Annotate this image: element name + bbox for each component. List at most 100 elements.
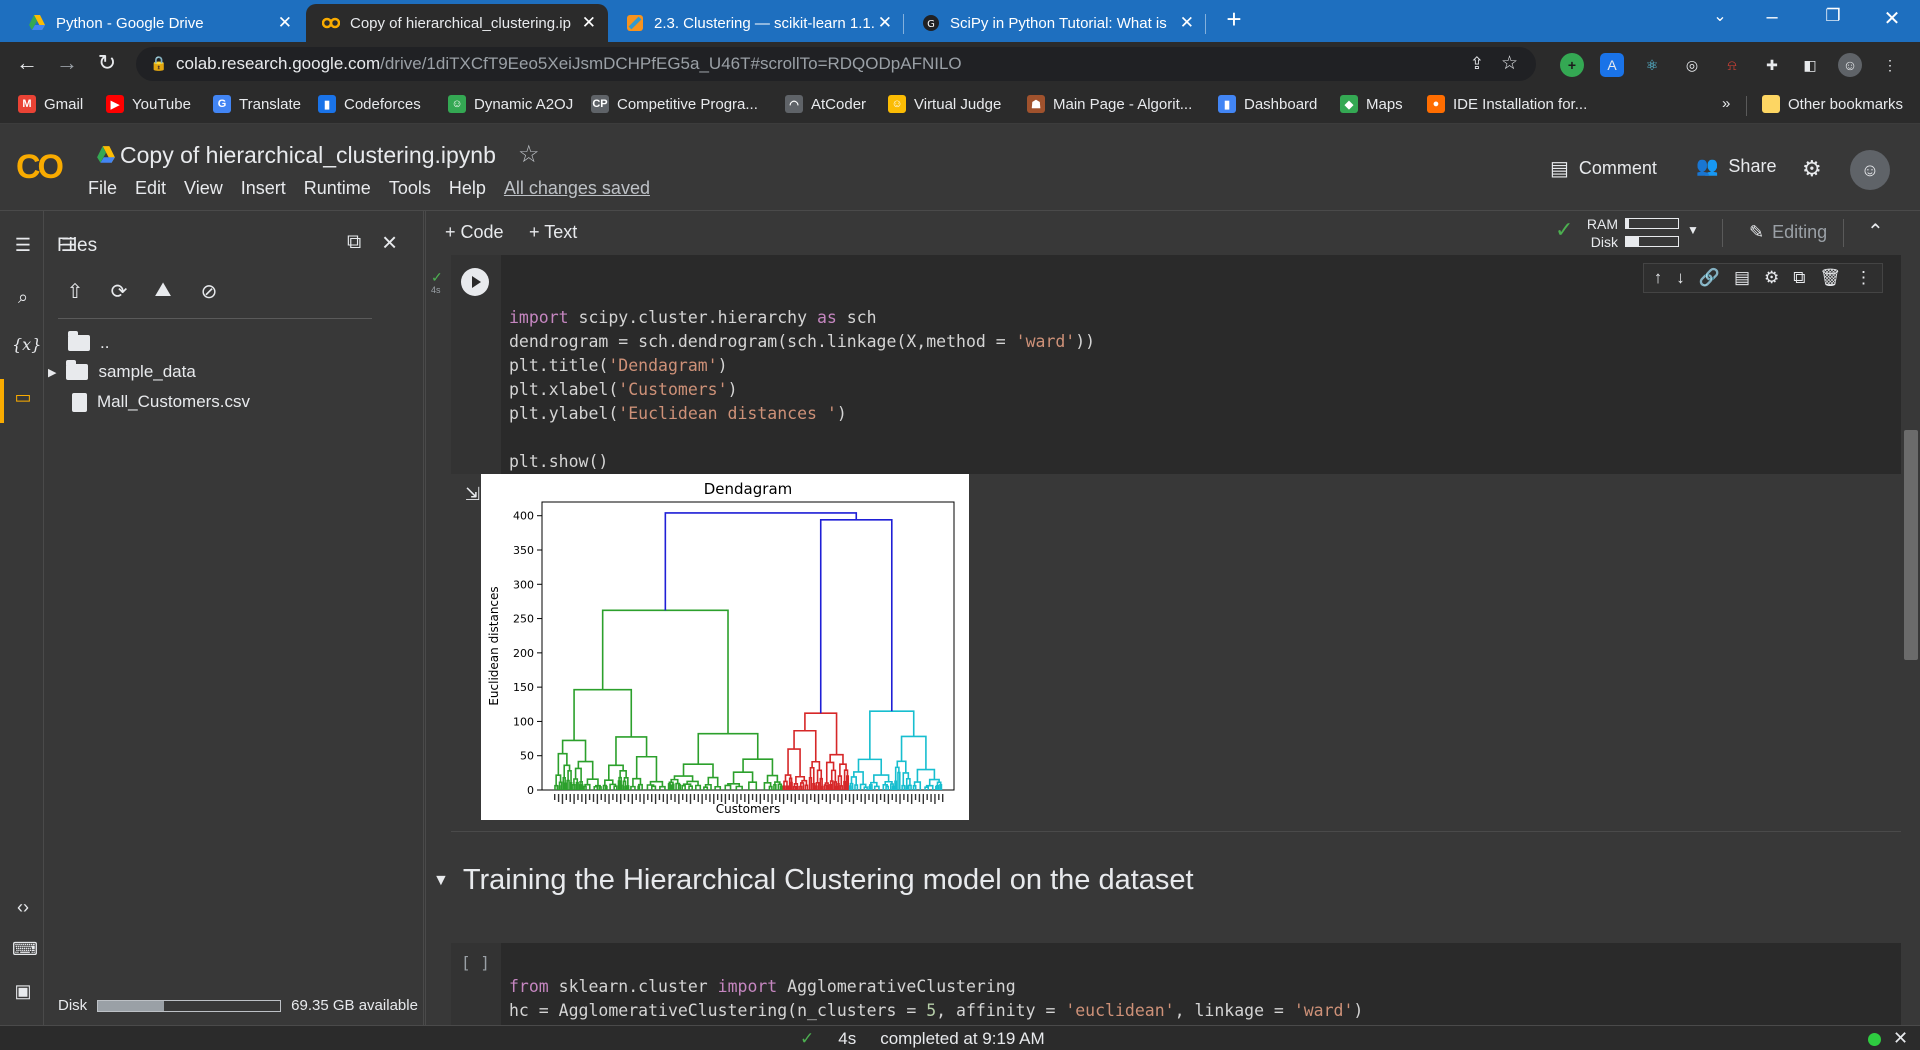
parent-directory[interactable]: .. [68, 331, 109, 353]
bookmark-atcoder[interactable]: ◠ AtCoder [785, 95, 866, 113]
close-tab-icon[interactable]: ✕ [582, 13, 596, 33]
share-page-icon[interactable]: ⇪ [1470, 54, 1484, 74]
tab-colab-notebook[interactable]: Copy of hierarchical_clustering.ip ✕ [306, 4, 608, 42]
close-tab-icon[interactable]: ✕ [878, 13, 892, 33]
collapse-section-icon[interactable]: ▼ [433, 872, 449, 890]
close-panel-icon[interactable]: × [382, 227, 397, 258]
runtime-connected-indicator[interactable] [1868, 1033, 1881, 1046]
tree-item-mall-customers[interactable]: Mall_Customers.csv [72, 392, 250, 412]
hide-files-icon[interactable]: ⊘ [194, 279, 224, 309]
menu-file[interactable]: File [88, 178, 117, 199]
execution-status[interactable]: ✓ 4s completed at 9:19 AM [800, 1029, 1045, 1049]
variables-icon[interactable]: {x} [12, 335, 41, 354]
expand-arrow-icon[interactable]: ▶ [48, 366, 56, 379]
delete-cell-icon[interactable]: 🗑 [1819, 268, 1841, 288]
extension-target-icon[interactable]: ◎ [1680, 53, 1704, 77]
extension-alert-icon[interactable]: ⍾ [1720, 53, 1744, 77]
search-icon[interactable]: ⌕ [12, 287, 34, 308]
bookmark-competitive-progra[interactable]: CP Competitive Progra... [591, 95, 758, 113]
extension-translate-icon[interactable]: A [1600, 53, 1624, 77]
editing-mode-button[interactable]: ✎ Editing [1749, 222, 1827, 243]
close-window-button[interactable]: ✕ [1872, 6, 1912, 31]
bookmark-main-page-algorit[interactable]: ☗ Main Page - Algorit... [1027, 95, 1192, 113]
browser-menu-icon[interactable]: ⋮ [1878, 53, 1902, 77]
bookmark-gmail[interactable]: M Gmail [18, 95, 83, 113]
bookmark-maps[interactable]: ◆ Maps [1340, 95, 1403, 113]
extensions-puzzle-icon[interactable]: ✚ [1760, 53, 1784, 77]
upload-file-icon[interactable]: ⇧ [60, 279, 90, 309]
more-options-icon[interactable]: ⋮ [1855, 268, 1872, 288]
tab-sklearn-clustering[interactable]: 2.3. Clustering — scikit-learn 1.1. ✕ [610, 4, 904, 42]
bookmark-youtube[interactable]: ▶ YouTube [106, 95, 191, 113]
exec-marker[interactable]: [ ] [461, 953, 490, 972]
menu-tools[interactable]: Tools [389, 178, 431, 199]
react-devtools-icon[interactable]: ⚛ [1640, 53, 1664, 77]
tab-scipy-tutorial[interactable]: G SciPy in Python Tutorial: What is ✕ [906, 4, 1206, 42]
bookmark-virtual-judge[interactable]: ☺ Virtual Judge [888, 95, 1001, 113]
resources-dropdown-icon[interactable]: ▼ [1687, 223, 1699, 237]
colab-logo[interactable]: CO [16, 148, 64, 187]
minimize-button[interactable]: – [1752, 6, 1792, 29]
star-icon[interactable]: ☆ [518, 140, 540, 169]
collapse-header-icon[interactable]: ⌃ [1867, 219, 1884, 244]
table-of-contents-icon[interactable]: ☰ [12, 235, 34, 256]
other-bookmarks-folder[interactable]: Other bookmarks [1762, 95, 1903, 113]
code-cell[interactable]: [ ] from sklearn.cluster import Agglomer… [451, 943, 1901, 1025]
mount-drive-icon[interactable]: ⛰ [148, 279, 178, 309]
bookmark-ide-installation-for[interactable]: ● IDE Installation for... [1427, 95, 1587, 113]
menu-runtime[interactable]: Runtime [304, 178, 371, 199]
extension-plus-icon[interactable]: + [1560, 53, 1584, 77]
bookmark-codeforces[interactable]: ▮ Codeforces [318, 95, 421, 113]
cell-settings-icon[interactable]: ⚙ [1764, 268, 1779, 288]
close-tab-icon[interactable]: ✕ [278, 13, 292, 33]
add-code-cell-button[interactable]: + Code [445, 222, 504, 243]
new-tab-button[interactable]: + [1214, 4, 1254, 35]
notebook-title[interactable]: Copy of hierarchical_clustering.ipynb [120, 142, 496, 169]
comment-button[interactable]: ▤ Comment [1550, 156, 1657, 181]
move-up-icon[interactable]: ↑ [1654, 268, 1663, 288]
bookmark-translate[interactable]: G Translate [213, 95, 301, 113]
menu-view[interactable]: View [184, 178, 223, 199]
open-in-tab-icon[interactable]: ⧉ [347, 231, 361, 254]
bookmark-star-icon[interactable]: ☆ [1501, 52, 1518, 75]
vertical-scrollbar[interactable] [1904, 430, 1918, 660]
mirror-cell-icon[interactable]: ⧉ [1793, 268, 1805, 288]
link-icon[interactable]: 🔗 [1699, 268, 1720, 288]
close-tab-icon[interactable]: ✕ [1180, 13, 1194, 33]
menu-help[interactable]: Help [449, 178, 486, 199]
tree-item-sample-data[interactable]: ▶ sample_data [48, 360, 196, 382]
code-editor[interactable]: import scipy.cluster.hierarchy as sch de… [509, 282, 1095, 474]
tab-search-icon[interactable]: ⌄ [1700, 6, 1740, 26]
tab-google-drive[interactable]: Python - Google Drive ✕ [12, 4, 304, 42]
save-status[interactable]: All changes saved [504, 178, 650, 199]
forward-icon[interactable]: → [52, 50, 82, 76]
bookmark-dashboard[interactable]: ▮ Dashboard [1218, 95, 1317, 113]
add-text-cell-button[interactable]: + Text [529, 222, 577, 243]
code-editor[interactable]: from sklearn.cluster import Agglomerativ… [509, 951, 1363, 1025]
comment-icon[interactable]: ▤ [1734, 268, 1750, 288]
code-cell[interactable]: ✓ 4s ↑ ↓ 🔗 ▤ ⚙ ⧉ 🗑 ⋮ import scipy.cluste… [431, 255, 1901, 474]
more-bookmarks-button[interactable]: » [1722, 95, 1730, 112]
resource-labels[interactable]: RAM Disk [1582, 215, 1618, 251]
bookmark-dynamic-a2oj[interactable]: ☺ Dynamic A2OJ [448, 95, 573, 113]
restore-button[interactable]: ❐ [1813, 6, 1853, 26]
menu-edit[interactable]: Edit [135, 178, 166, 199]
files-folder-icon[interactable]: ▭ [12, 387, 34, 408]
section-heading[interactable]: ▼ Training the Hierarchical Clustering m… [433, 864, 1194, 897]
profile-avatar[interactable]: ☺ [1838, 53, 1862, 77]
address-bar[interactable]: 🔒 colab.research.google.com/drive/1diTXC… [136, 47, 1536, 81]
share-button[interactable]: 👥 Share [1696, 156, 1776, 177]
settings-gear-icon[interactable]: ⚙ [1802, 156, 1822, 182]
back-icon[interactable]: ← [12, 50, 42, 76]
refresh-files-icon[interactable]: ⟳ [104, 279, 134, 309]
side-panel-icon[interactable]: ◧ [1798, 53, 1822, 77]
command-palette-icon[interactable]: ⌨ [12, 939, 38, 960]
user-avatar[interactable]: ☺ [1850, 150, 1890, 190]
close-status-icon[interactable]: ✕ [1893, 1028, 1908, 1049]
reload-icon[interactable]: ↻ [92, 50, 122, 76]
move-down-icon[interactable]: ↓ [1676, 268, 1685, 288]
menu-insert[interactable]: Insert [241, 178, 286, 199]
terminal-icon[interactable]: ▣ [12, 981, 34, 1002]
code-snippets-icon[interactable]: ‹› [12, 897, 34, 918]
output-actions-icon[interactable]: ⇲ [465, 484, 480, 505]
